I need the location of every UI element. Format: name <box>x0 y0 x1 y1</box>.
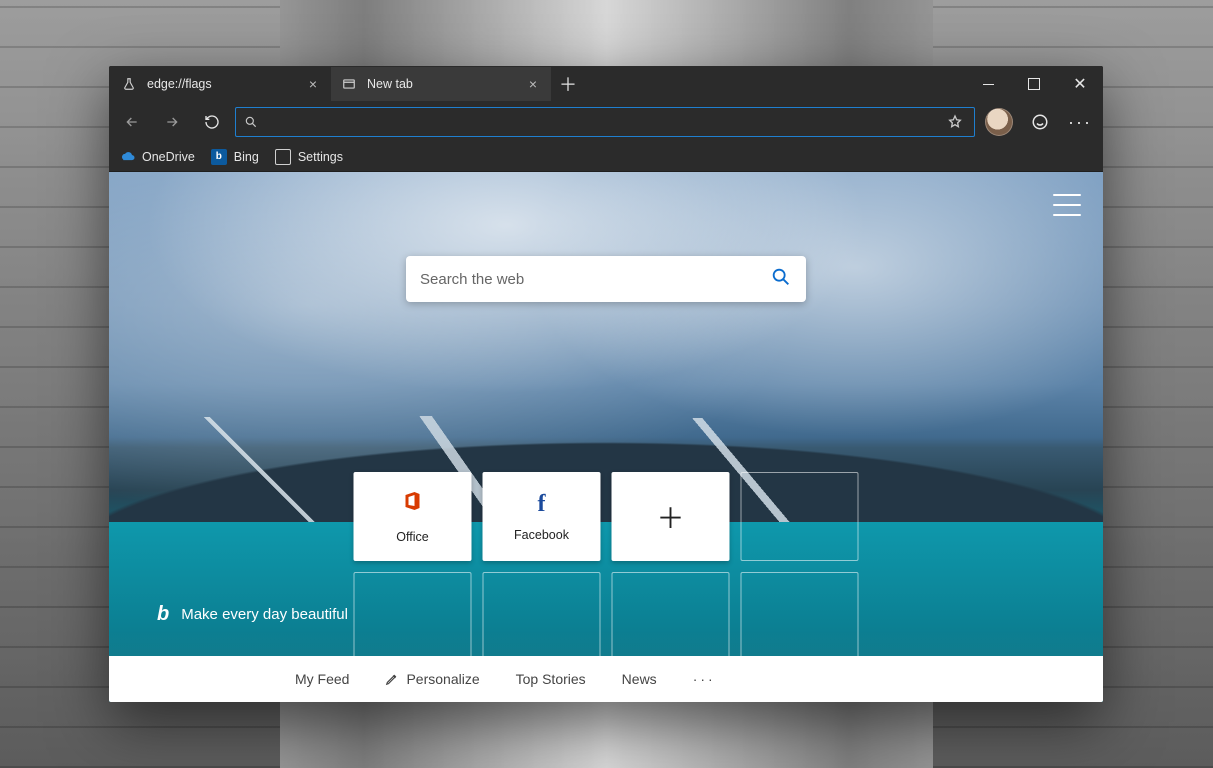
feed-topstories[interactable]: Top Stories <box>516 671 586 687</box>
new-tab-button[interactable]: ＋ <box>551 67 585 101</box>
tab-flags[interactable]: edge://flags × <box>111 67 331 101</box>
tab-label: New tab <box>367 77 413 91</box>
address-input[interactable] <box>258 115 944 130</box>
favorite-settings[interactable]: Settings <box>275 149 343 165</box>
tab-label: edge://flags <box>147 77 212 91</box>
tile-add[interactable]: ＋ <box>612 472 730 561</box>
office-icon <box>401 489 425 520</box>
back-button[interactable] <box>115 105 149 139</box>
tab-newtab[interactable]: New tab × <box>331 67 551 101</box>
favorite-bing[interactable]: b Bing <box>211 149 259 165</box>
refresh-button[interactable] <box>195 105 229 139</box>
favorite-onedrive[interactable]: OneDrive <box>119 149 195 165</box>
onedrive-icon <box>119 149 135 165</box>
tile-placeholder[interactable] <box>354 572 472 661</box>
tile-placeholder[interactable] <box>612 572 730 661</box>
tile-office[interactable]: Office <box>354 472 472 561</box>
top-sites-row: Office f Facebook ＋ <box>354 472 859 561</box>
favorites-bar: OneDrive b Bing Settings <box>109 142 1103 172</box>
feed-myfeed[interactable]: My Feed <box>295 671 349 687</box>
facebook-icon: f <box>538 491 546 518</box>
favorite-label: Bing <box>234 150 259 164</box>
profile-avatar[interactable] <box>985 108 1013 136</box>
feed-more-icon[interactable]: ··· <box>693 671 716 687</box>
favorite-label: OneDrive <box>142 150 195 164</box>
feed-bar: My Feed Personalize Top Stories News ··· <box>109 656 1103 702</box>
bing-logo-icon: b <box>157 603 169 626</box>
toolbar: ··· <box>109 102 1103 142</box>
pencil-icon <box>385 672 399 686</box>
page-icon <box>275 149 291 165</box>
flask-icon <box>121 76 137 92</box>
address-bar[interactable] <box>235 107 975 137</box>
forward-button[interactable] <box>155 105 189 139</box>
tile-placeholder[interactable] <box>741 572 859 661</box>
window-controls: ✕ <box>965 66 1103 102</box>
feed-personalize[interactable]: Personalize <box>385 671 479 687</box>
tile-facebook[interactable]: f Facebook <box>483 472 601 561</box>
favorite-star-icon[interactable] <box>944 114 966 130</box>
feed-label: Personalize <box>406 671 479 687</box>
top-sites-row-2 <box>354 572 859 661</box>
feed-news[interactable]: News <box>622 671 657 687</box>
search-icon[interactable] <box>770 266 792 293</box>
tile-placeholder[interactable] <box>483 572 601 661</box>
tab-strip: edge://flags × New tab × ＋ ✕ <box>109 66 1103 102</box>
newtab-page: Office f Facebook ＋ b Make every day bea… <box>109 172 1103 702</box>
web-search-box[interactable] <box>406 256 806 302</box>
tile-placeholder[interactable] <box>741 472 859 561</box>
web-search-input[interactable] <box>420 271 770 288</box>
settings-more-icon[interactable]: ··· <box>1063 105 1097 139</box>
maximize-button[interactable] <box>1011 66 1057 102</box>
tile-label: Office <box>396 530 428 544</box>
bing-tagline: b Make every day beautiful <box>157 603 348 626</box>
newtab-icon <box>341 76 357 92</box>
close-icon[interactable]: × <box>303 74 323 94</box>
close-icon[interactable]: × <box>523 74 543 94</box>
tagline-text: Make every day beautiful <box>181 606 348 623</box>
favorite-label: Settings <box>298 150 343 164</box>
search-icon <box>244 115 258 129</box>
bing-icon: b <box>211 149 227 165</box>
close-window-button[interactable]: ✕ <box>1057 66 1103 102</box>
plus-icon: ＋ <box>656 497 684 537</box>
browser-window: edge://flags × New tab × ＋ ✕ <box>109 66 1103 702</box>
feedback-smiley-icon[interactable] <box>1023 105 1057 139</box>
page-menu-button[interactable] <box>1053 194 1081 216</box>
minimize-button[interactable] <box>965 66 1011 102</box>
tile-label: Facebook <box>514 528 569 542</box>
